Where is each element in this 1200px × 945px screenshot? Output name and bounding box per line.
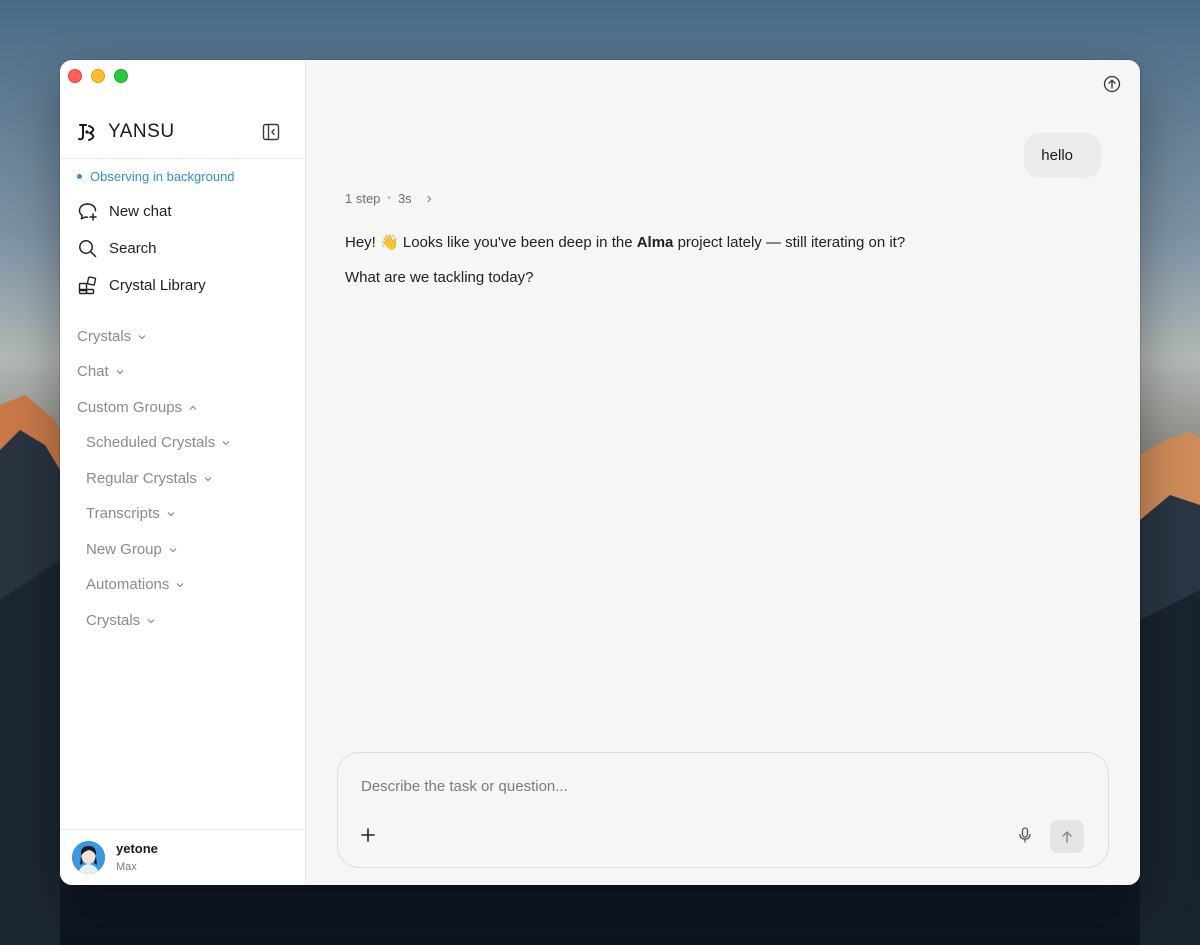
nav-label-new-chat: New chat (109, 203, 172, 220)
nav-label-search: Search (109, 240, 157, 257)
group-label: Regular Crystals (86, 470, 197, 487)
group-label: Crystals (86, 612, 141, 629)
group-label: Crystals (77, 328, 132, 345)
chevron-down-icon (116, 369, 124, 374)
reply-text: project lately — still iterating on it? (673, 234, 906, 251)
observing-label: Observing in background (90, 169, 235, 184)
observing-status: Observing in background (77, 169, 235, 184)
brand: YANSU (77, 121, 175, 143)
reply-bold-text: Alma (636, 234, 674, 251)
arrow-up-icon (1062, 830, 1072, 843)
search-button[interactable]: Search (77, 238, 157, 259)
steps-summary[interactable]: 1 step • 3s (345, 191, 435, 206)
user-message-bubble: hello (1024, 133, 1101, 178)
group-custom-groups[interactable]: Custom Groups (77, 399, 198, 416)
group-regular-crystals[interactable]: Regular Crystals (86, 470, 213, 487)
group-label: Transcripts (86, 505, 160, 522)
avatar (72, 841, 105, 874)
group-label: New Group (86, 541, 162, 558)
group-label: Automations (86, 576, 170, 593)
group-transcripts[interactable]: Transcripts (86, 505, 176, 522)
group-label: Chat (77, 363, 109, 380)
group-label: Custom Groups (77, 399, 183, 416)
chevron-down-icon (147, 618, 155, 623)
chevron-down-icon (169, 547, 177, 552)
user-profile[interactable]: yetone Max (60, 829, 305, 885)
chevron-down-icon (176, 582, 184, 587)
search-icon (79, 240, 97, 258)
minimize-window-button[interactable] (91, 69, 105, 83)
zoom-window-button[interactable] (114, 69, 128, 83)
group-crystals-sub[interactable]: Crystals (86, 612, 156, 629)
steps-duration: 3s (397, 191, 412, 206)
microphone-icon[interactable] (1016, 826, 1034, 844)
add-attachment-icon[interactable] (359, 826, 377, 844)
brand-name: YANSU (108, 121, 175, 142)
app-window: YANSU Observing in background New chat S… (60, 60, 1140, 885)
sidebar-toggle-icon[interactable] (262, 123, 280, 141)
group-automations[interactable]: Automations (86, 576, 185, 593)
crystal-library-button[interactable]: Crystal Library (77, 275, 206, 296)
new-chat-icon (78, 203, 97, 221)
status-dot (77, 174, 82, 179)
assistant-message-line-2: What are we tackling today? (345, 269, 533, 286)
nav-label-crystal-library: Crystal Library (109, 277, 206, 294)
reply-text: What are we tackling today? (345, 269, 534, 286)
chevron-up-icon (189, 405, 197, 410)
assistant-message-line-1: Hey! 👋 Looks like you've been deep in th… (345, 233, 905, 251)
separator-dot: • (387, 193, 391, 204)
reply-text: Hey! 👋 Looks like you've been deep in th… (345, 234, 637, 251)
user-message-text: hello (1041, 147, 1073, 164)
window-controls (68, 69, 128, 83)
group-scheduled-crystals[interactable]: Scheduled Crystals (86, 434, 231, 451)
group-new-group[interactable]: New Group (86, 541, 178, 558)
chevron-down-icon (167, 511, 175, 516)
close-window-button[interactable] (68, 69, 82, 83)
user-plan: Max (116, 861, 137, 873)
sidebar: YANSU Observing in background New chat S… (60, 60, 306, 885)
chevron-down-icon (222, 440, 230, 445)
composer (337, 752, 1109, 868)
chevron-down-icon (204, 476, 212, 481)
new-chat-button[interactable]: New chat (77, 201, 172, 222)
group-chat[interactable]: Chat (77, 363, 125, 380)
user-name: yetone (116, 841, 158, 856)
message-input[interactable] (359, 773, 1063, 799)
sidebar-divider (60, 158, 305, 159)
chat-panel: hello 1 step • 3s Hey! 👋 Looks like you'… (306, 60, 1140, 885)
send-button[interactable] (1050, 820, 1084, 853)
group-crystals[interactable]: Crystals (77, 328, 147, 345)
chevron-right-icon (426, 195, 432, 202)
library-icon (78, 276, 97, 295)
group-label: Scheduled Crystals (86, 434, 216, 451)
steps-count: 1 step (345, 191, 381, 206)
chevron-down-icon (138, 334, 146, 339)
logo-icon (78, 124, 95, 141)
share-icon[interactable] (1103, 75, 1121, 93)
